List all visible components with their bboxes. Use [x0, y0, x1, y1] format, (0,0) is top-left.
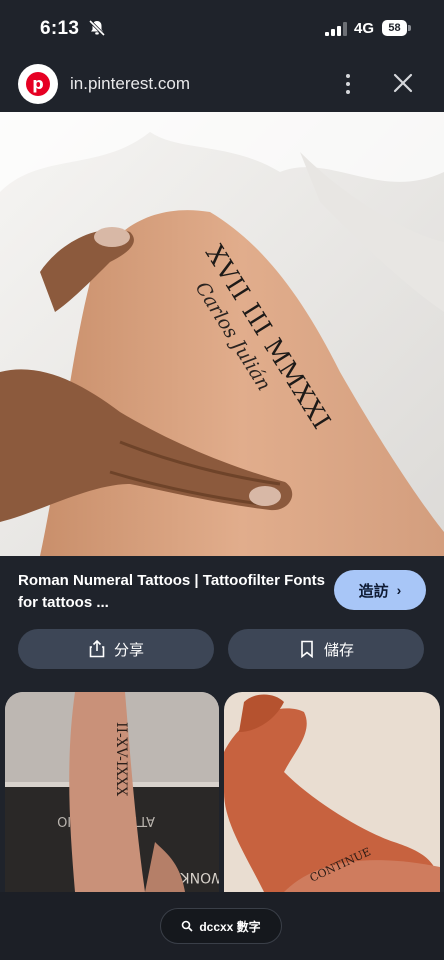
- share-button[interactable]: 分享: [18, 629, 214, 669]
- battery-icon: 58: [382, 20, 412, 37]
- related-left-tattoo: II-XV-IXXX: [113, 722, 129, 796]
- status-time: 6:13: [40, 18, 80, 39]
- save-button[interactable]: 儲存: [228, 629, 424, 669]
- lens-search-pill[interactable]: dccxx 數字: [160, 908, 282, 944]
- related-pin-left[interactable]: ATTOO STUDIO WONKO II-XV-IXXX: [5, 692, 219, 892]
- tattoo-arm-illustration: XVII III MMXXI Carlos Julián: [0, 112, 444, 556]
- bookmark-icon: [301, 640, 313, 658]
- share-icon: [89, 640, 105, 658]
- search-icon: [182, 920, 193, 932]
- related-pin-left-image: ATTOO STUDIO WONKO II-XV-IXXX: [5, 692, 219, 892]
- visit-button[interactable]: 造訪 ›: [334, 570, 426, 610]
- bell-slash-icon: [88, 19, 106, 37]
- status-bar: 6:13 4G 58: [0, 0, 444, 58]
- pin-image[interactable]: XVII III MMXXI Carlos Julián: [0, 112, 444, 556]
- bottom-bar: dccxx 數字: [0, 892, 444, 960]
- pinterest-logo-icon[interactable]: p: [18, 64, 58, 104]
- chevron-right-icon: ›: [396, 582, 402, 598]
- close-icon[interactable]: [392, 72, 414, 94]
- related-pin-right[interactable]: CONTINUE: [224, 692, 440, 892]
- related-pin-right-image: CONTINUE: [224, 692, 440, 892]
- visit-label: 造訪: [358, 582, 389, 600]
- browser-bar: p in.pinterest.com: [0, 58, 444, 112]
- network-type: 4G: [354, 20, 375, 37]
- save-label: 儲存: [323, 641, 354, 659]
- battery-level: 58: [382, 20, 407, 36]
- more-options-icon[interactable]: [338, 71, 358, 97]
- pin-title[interactable]: Roman Numeral Tattoos | Tattoofilter Fon…: [18, 570, 328, 614]
- share-label: 分享: [113, 641, 144, 659]
- url-text[interactable]: in.pinterest.com: [70, 74, 190, 94]
- signal-icon: [325, 22, 347, 36]
- lens-search-label: dccxx 數字: [199, 919, 261, 934]
